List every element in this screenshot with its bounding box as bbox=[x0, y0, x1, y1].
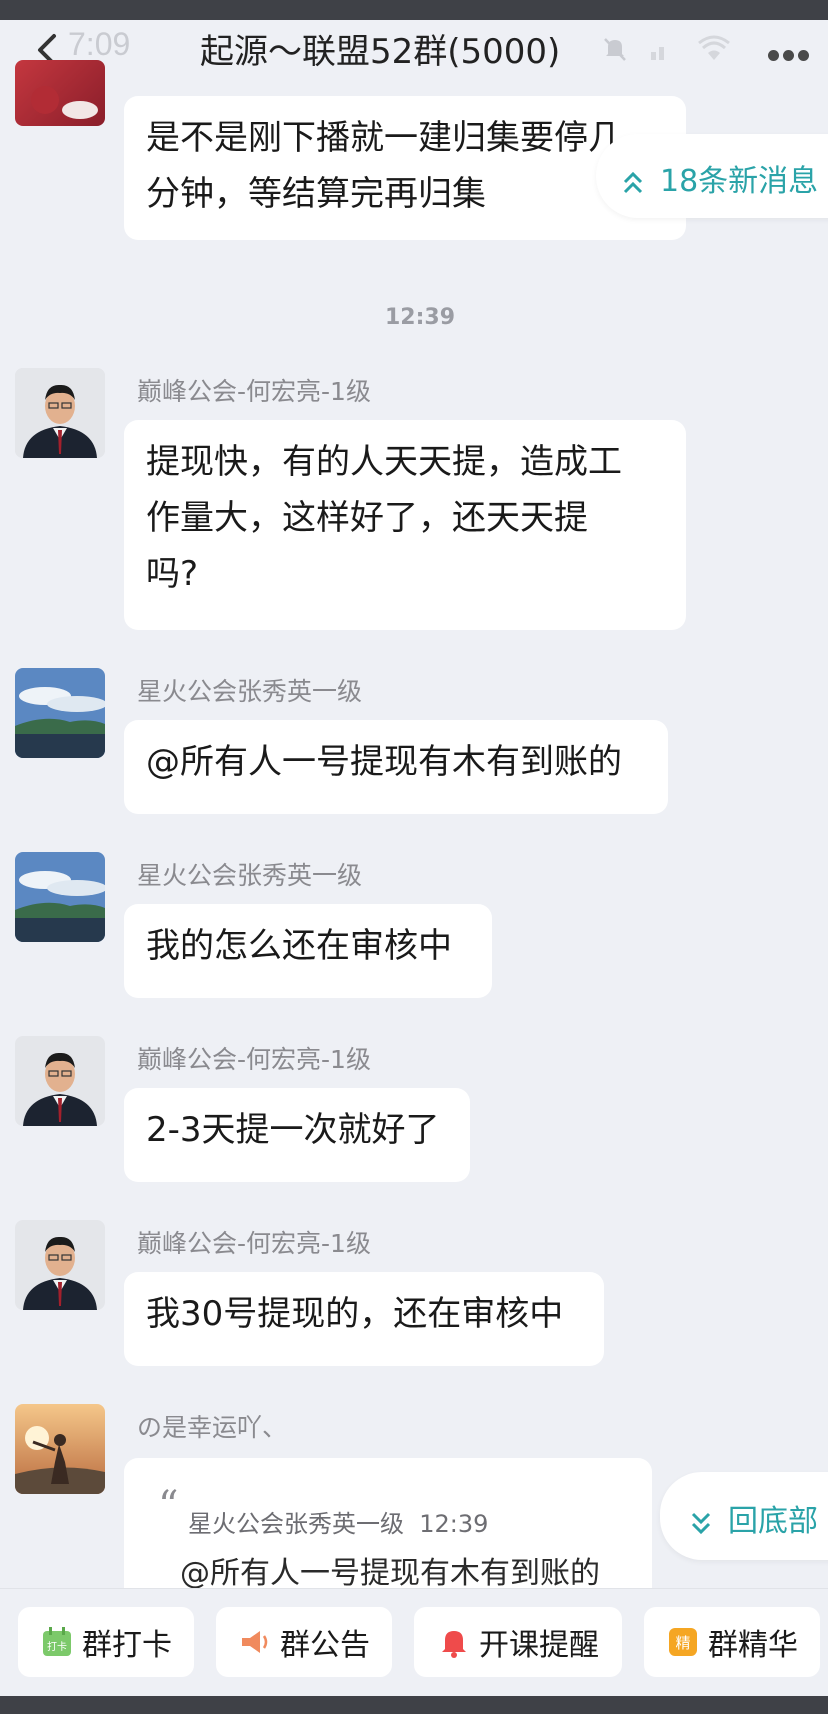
message-line: @所有人一号提现有木有到账的 bbox=[146, 742, 622, 782]
quoted-author: 星火公会张秀英一级 bbox=[188, 1510, 404, 1538]
essence-button[interactable]: 精 群精华 bbox=[644, 1607, 820, 1677]
quoted-header: 星火公会张秀英一级 12:39 bbox=[188, 1496, 488, 1552]
group-toolbar: 打卡 群打卡 群公告 开课提醒 精 群精华 bbox=[0, 1588, 828, 1696]
quoted-time: 12:39 bbox=[419, 1510, 489, 1538]
quote-icon: “ bbox=[158, 1483, 179, 1529]
double-chevron-up-icon bbox=[623, 171, 643, 193]
message-bubble[interactable]: @所有人一号提现有木有到账的 bbox=[124, 720, 668, 814]
sender-name: の是幸运吖、 bbox=[137, 1413, 288, 1442]
essence-icon: 精 bbox=[669, 1628, 697, 1656]
checkin-button[interactable]: 打卡 群打卡 bbox=[18, 1607, 194, 1677]
message-line: 我的怎么还在审核中 bbox=[146, 926, 452, 966]
mute-icon bbox=[604, 38, 626, 61]
message-line: 2-3天提一次就好了 bbox=[146, 1110, 440, 1150]
sender-name: 巅峰公会-何宏亮-1级 bbox=[137, 1045, 371, 1074]
status-time: 7:09 bbox=[68, 26, 131, 62]
chat-title: 起源～联盟52群(5000) bbox=[200, 32, 561, 72]
essence-label: 群精华 bbox=[708, 1628, 798, 1663]
checkin-badge: 打卡 bbox=[47, 1640, 67, 1653]
sender-name: 星火公会张秀英一级 bbox=[137, 861, 363, 890]
back-to-bottom-button[interactable]: 回底部 bbox=[660, 1472, 828, 1560]
avatar[interactable] bbox=[15, 368, 105, 458]
sender-name: 星火公会张秀英一级 bbox=[137, 677, 363, 706]
class-reminder-button[interactable]: 开课提醒 bbox=[414, 1607, 622, 1677]
message-line: 提现快，有的人天天提，造成工 bbox=[146, 442, 622, 482]
chat-header: 7:09 起源～联盟52群(5000) bbox=[0, 20, 828, 80]
message-bubble[interactable]: 我30号提现的，还在审核中 bbox=[124, 1272, 604, 1366]
message-line: 我30号提现的，还在审核中 bbox=[146, 1294, 564, 1334]
avatar[interactable] bbox=[15, 1036, 105, 1126]
message-timestamp: 12:39 bbox=[384, 305, 456, 330]
system-nav-bar bbox=[0, 1696, 828, 1714]
signal-icon bbox=[651, 47, 664, 60]
message-bubble[interactable]: “ 星火公会张秀英一级 12:39 @所有人一号提现有木有到账的 bbox=[124, 1458, 652, 1591]
sender-name: 巅峰公会-何宏亮-1级 bbox=[137, 1229, 371, 1258]
class-reminder-label: 开课提醒 bbox=[479, 1628, 599, 1663]
message-bubble[interactable]: 我的怎么还在审核中 bbox=[124, 904, 492, 998]
avatar[interactable] bbox=[15, 60, 105, 126]
message-bubble[interactable]: 提现快，有的人天天提，造成工 作量大，这样好了，还天天提 吗? bbox=[124, 420, 686, 630]
announcement-icon bbox=[242, 1631, 268, 1653]
avatar[interactable] bbox=[15, 1220, 105, 1310]
message-line: 作量大，这样好了，还天天提 bbox=[146, 498, 588, 538]
back-to-bottom-label: 回底部 bbox=[728, 1504, 818, 1539]
message-line: 分钟，等结算完再归集 bbox=[146, 174, 486, 214]
new-messages-button[interactable]: 18条新消息 bbox=[596, 134, 828, 218]
double-chevron-down-icon bbox=[691, 1512, 711, 1534]
message-line: 是不是刚下播就一建归集要停几 bbox=[146, 118, 622, 158]
announcement-label: 群公告 bbox=[280, 1628, 370, 1663]
message-bubble[interactable]: 2-3天提一次就好了 bbox=[124, 1088, 470, 1182]
essence-badge: 精 bbox=[675, 1634, 690, 1652]
new-messages-label: 18条新消息 bbox=[660, 164, 819, 199]
sender-name: 巅峰公会-何宏亮-1级 bbox=[137, 377, 371, 406]
avatar[interactable] bbox=[15, 852, 105, 942]
wifi-icon bbox=[698, 35, 730, 60]
announcement-button[interactable]: 群公告 bbox=[216, 1607, 392, 1677]
message-line: 吗? bbox=[146, 554, 199, 594]
checkin-label: 群打卡 bbox=[82, 1628, 172, 1663]
checkin-icon: 打卡 bbox=[43, 1627, 71, 1656]
avatar[interactable] bbox=[15, 1404, 105, 1494]
more-options-icon[interactable] bbox=[768, 46, 818, 61]
bell-icon bbox=[442, 1631, 466, 1658]
avatar[interactable] bbox=[15, 668, 105, 758]
